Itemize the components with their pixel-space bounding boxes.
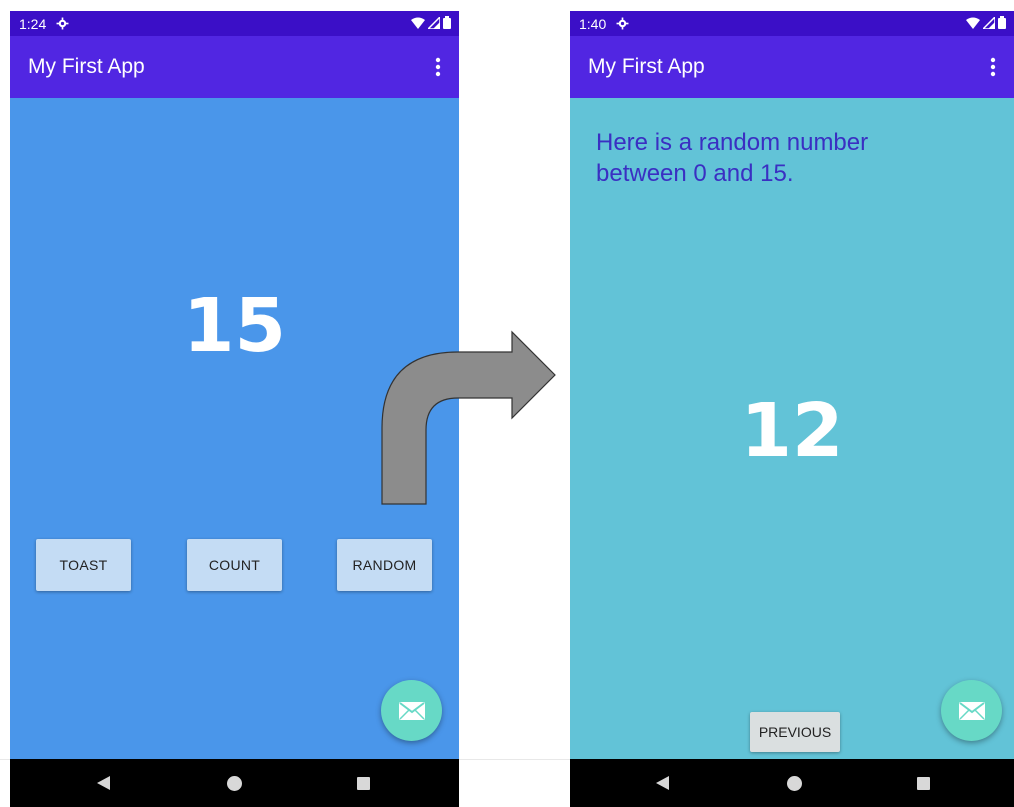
system-icons bbox=[966, 16, 1006, 29]
battery-icon bbox=[998, 16, 1006, 29]
recents-icon[interactable] bbox=[357, 777, 370, 790]
random-button[interactable]: RANDOM bbox=[337, 539, 432, 591]
email-fab[interactable] bbox=[381, 680, 442, 741]
status-time: 1:24 bbox=[19, 15, 47, 32]
home-icon[interactable] bbox=[227, 776, 242, 791]
overflow-menu-icon[interactable] bbox=[435, 56, 441, 78]
back-icon[interactable] bbox=[656, 776, 669, 790]
wifi-icon bbox=[411, 17, 425, 29]
app-bar: My First App bbox=[10, 36, 459, 98]
email-icon bbox=[958, 701, 985, 720]
email-fab[interactable] bbox=[941, 680, 1002, 741]
gear-icon bbox=[616, 17, 629, 30]
home-icon[interactable] bbox=[787, 776, 802, 791]
signal-icon bbox=[428, 16, 440, 29]
status-bar: 1:24 bbox=[10, 11, 459, 36]
random-number-text: 12 bbox=[740, 388, 844, 474]
curved-arrow-icon bbox=[381, 330, 556, 505]
previous-button[interactable]: PREVIOUS bbox=[750, 712, 840, 752]
navigation-bar bbox=[10, 759, 459, 807]
status-time: 1:40 bbox=[579, 15, 607, 32]
system-icons bbox=[411, 16, 451, 29]
email-icon bbox=[398, 701, 425, 720]
gear-icon bbox=[56, 17, 69, 30]
back-icon[interactable] bbox=[97, 776, 110, 790]
app-title: My First App bbox=[588, 55, 705, 78]
toast-button[interactable]: TOAST bbox=[36, 539, 131, 591]
wifi-icon bbox=[966, 17, 980, 29]
app-bar: My First App bbox=[570, 36, 1014, 98]
app-title: My First App bbox=[28, 55, 145, 78]
battery-icon bbox=[443, 16, 451, 29]
overflow-menu-icon[interactable] bbox=[990, 56, 996, 78]
signal-icon bbox=[983, 16, 995, 29]
recents-icon[interactable] bbox=[917, 777, 930, 790]
second-fragment: Here is a random number between 0 and 15… bbox=[570, 98, 1014, 759]
status-bar: 1:40 bbox=[570, 11, 1014, 36]
navigation-bar bbox=[570, 759, 1014, 807]
random-number-header: Here is a random number between 0 and 15… bbox=[596, 129, 869, 187]
count-button[interactable]: COUNT bbox=[187, 539, 282, 591]
second-screen: 1:40 My First App Here is a random numbe… bbox=[570, 11, 1014, 807]
